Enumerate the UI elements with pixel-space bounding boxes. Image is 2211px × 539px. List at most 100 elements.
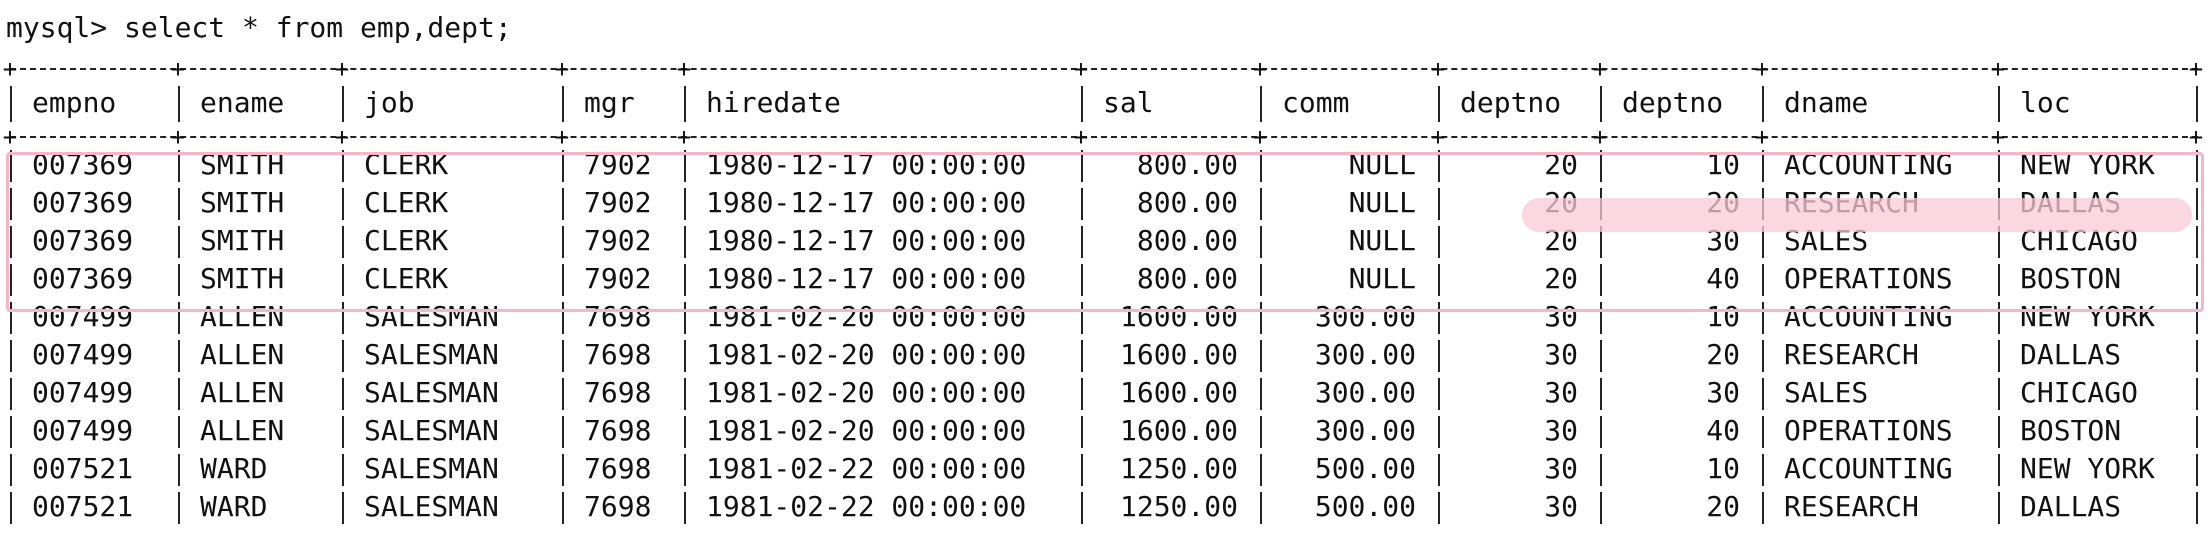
- cell-sal: 1250.00: [1119, 452, 1238, 485]
- cell-mgr: 7698: [584, 490, 652, 523]
- cell-mgr: 7902: [584, 148, 652, 181]
- cell-job: SALESMAN: [364, 414, 499, 447]
- column-divider: [178, 454, 180, 486]
- cell-comm: 300.00: [1314, 300, 1416, 333]
- column-divider: [342, 226, 344, 258]
- cell-job: SALESMAN: [364, 452, 499, 485]
- cell-hiredate: 1981-02-22 00:00:00: [706, 452, 1027, 485]
- column-divider: [562, 226, 564, 258]
- column-divider: [10, 378, 12, 410]
- column-header-job: job: [364, 86, 415, 119]
- table-row: 007369 SMITH CLERK 7902 1980-12-17 00:00:00 8…: [6, 260, 2202, 298]
- column-header-comm: comm: [1282, 86, 1350, 119]
- cell-hiredate: 1980-12-17 00:00:00: [706, 224, 1027, 257]
- cell-dname: RESEARCH: [1784, 186, 1919, 219]
- cell-sal: 800.00: [1136, 224, 1238, 257]
- column-divider: [1762, 264, 1764, 296]
- column-divider: [178, 302, 180, 334]
- column-header-deptno: deptno: [1460, 86, 1562, 119]
- cell-deptno: 40: [1706, 414, 1740, 447]
- cell-job: CLERK: [364, 262, 449, 295]
- table-row: 007499 ALLEN SALESMAN 7698 1981-02-20 00:00:…: [6, 374, 2202, 412]
- cell-deptno: 30: [1544, 414, 1578, 447]
- cell-job: SALESMAN: [364, 300, 499, 333]
- cell-sal: 1600.00: [1119, 338, 1238, 371]
- column-header-mgr: mgr: [584, 86, 635, 119]
- table-header-row: empno ename job mgr hiredate sal comm deptno dep…: [6, 78, 2202, 128]
- cell-deptno: 30: [1706, 376, 1740, 409]
- column-divider: [684, 416, 686, 448]
- cell-ename: ALLEN: [200, 376, 285, 409]
- column-divider: [1260, 86, 1262, 122]
- cell-deptno: 30: [1544, 300, 1578, 333]
- cell-loc: DALLAS: [2020, 490, 2122, 523]
- cell-deptno: 10: [1706, 452, 1740, 485]
- cell-deptno: 20: [1706, 490, 1740, 523]
- cell-mgr: 7698: [584, 452, 652, 485]
- column-divider: [562, 454, 564, 486]
- cell-sal: 800.00: [1136, 262, 1238, 295]
- cell-comm: 500.00: [1314, 490, 1416, 523]
- cell-job: CLERK: [364, 186, 449, 219]
- cell-loc: DALLAS: [2020, 338, 2122, 371]
- cell-loc: DALLAS: [2020, 186, 2122, 219]
- column-divider: [1762, 416, 1764, 448]
- cell-deptno: 30: [1706, 224, 1740, 257]
- cell-hiredate: 1981-02-20 00:00:00: [706, 300, 1027, 333]
- column-divider: [1998, 416, 2000, 448]
- column-divider: [2196, 378, 2198, 410]
- column-divider: [684, 340, 686, 372]
- column-divider: [684, 378, 686, 410]
- cell-dname: OPERATIONS: [1784, 414, 1953, 447]
- cell-job: CLERK: [364, 224, 449, 257]
- column-divider: [562, 378, 564, 410]
- cell-loc: BOSTON: [2020, 262, 2122, 295]
- cell-hiredate: 1980-12-17 00:00:00: [706, 148, 1027, 181]
- column-divider: [342, 416, 344, 448]
- column-divider: [562, 188, 564, 220]
- column-divider: [684, 188, 686, 220]
- cell-hiredate: 1981-02-20 00:00:00: [706, 376, 1027, 409]
- table-row: 007369 SMITH CLERK 7902 1980-12-17 00:00:00 8…: [6, 146, 2202, 184]
- cell-comm: NULL: [1348, 224, 1416, 257]
- cell-dname: ACCOUNTING: [1784, 452, 1953, 485]
- column-header-deptno: deptno: [1622, 86, 1724, 119]
- cell-mgr: 7698: [584, 414, 652, 447]
- cell-deptno: 10: [1706, 148, 1740, 181]
- cell-comm: NULL: [1348, 148, 1416, 181]
- column-divider: [2196, 416, 2198, 448]
- column-divider: [562, 86, 564, 122]
- column-divider: [178, 264, 180, 296]
- column-divider: [342, 264, 344, 296]
- column-divider: [1998, 226, 2000, 258]
- cell-mgr: 7902: [584, 262, 652, 295]
- cell-deptno: 30: [1544, 376, 1578, 409]
- cell-empno: 007369: [32, 224, 134, 257]
- column-divider: [2196, 454, 2198, 486]
- cell-hiredate: 1981-02-20 00:00:00: [706, 338, 1027, 371]
- column-divider: [562, 264, 564, 296]
- column-divider: [1998, 150, 2000, 182]
- column-divider: [342, 340, 344, 372]
- sql-command-line[interactable]: mysql> select * from emp,dept;: [6, 8, 512, 48]
- table-border-top: + + + + + + + + + + + +: [3, 57, 2203, 81]
- cell-deptno: 20: [1544, 262, 1578, 295]
- column-divider: [178, 340, 180, 372]
- column-divider: [684, 264, 686, 296]
- column-divider: [342, 188, 344, 220]
- cell-hiredate: 1980-12-17 00:00:00: [706, 186, 1027, 219]
- cell-loc: NEW YORK: [2020, 148, 2155, 181]
- column-header-ename: ename: [200, 86, 285, 119]
- cell-loc: NEW YORK: [2020, 452, 2155, 485]
- cell-deptno: 20: [1544, 148, 1578, 181]
- column-divider: [1762, 150, 1764, 182]
- cell-empno: 007521: [32, 452, 134, 485]
- cell-sal: 1250.00: [1119, 490, 1238, 523]
- cell-deptno: 30: [1544, 452, 1578, 485]
- column-divider: [1081, 86, 1083, 122]
- column-divider: [178, 150, 180, 182]
- cell-ename: SMITH: [200, 186, 285, 219]
- cell-mgr: 7698: [584, 300, 652, 333]
- cell-sal: 1600.00: [1119, 414, 1238, 447]
- cell-sal: 1600.00: [1119, 300, 1238, 333]
